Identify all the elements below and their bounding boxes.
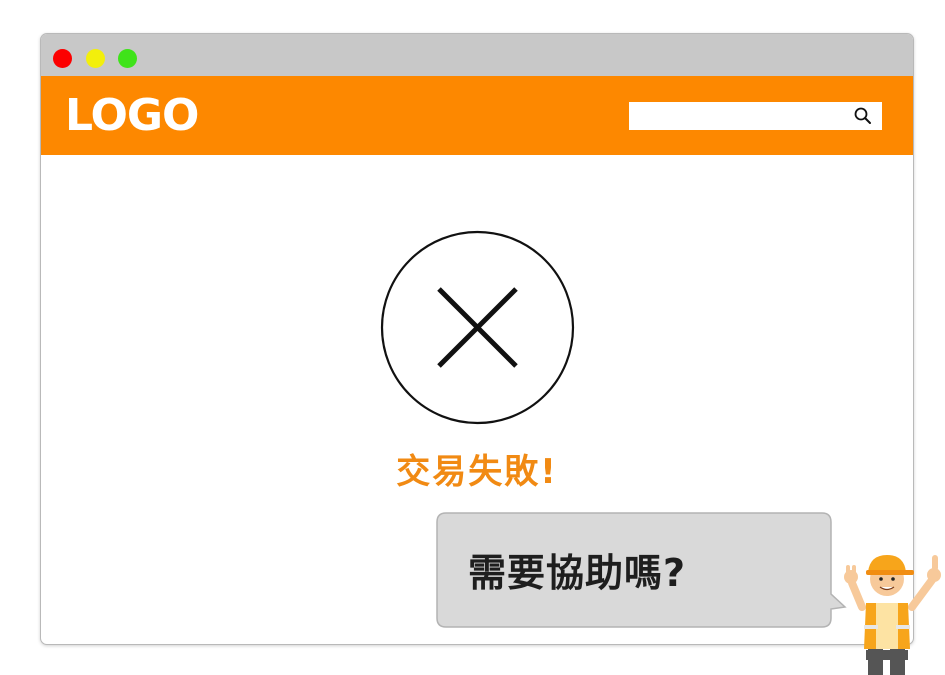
help-speech-bubble[interactable]: 需要協助嗎?: [436, 512, 847, 628]
maximize-button[interactable]: [118, 49, 137, 68]
search-box: [629, 102, 882, 130]
helper-mascot-icon: [844, 555, 941, 675]
search-icon[interactable]: [853, 106, 873, 126]
minimize-button[interactable]: [86, 49, 105, 68]
window-titlebar: [41, 34, 913, 76]
close-button[interactable]: [53, 49, 72, 68]
help-question: 需要協助嗎?: [468, 551, 687, 595]
transaction-failed-message: 交易失敗!: [396, 452, 558, 492]
site-logo[interactable]: LOGO: [65, 90, 199, 141]
search-input[interactable]: [629, 102, 860, 130]
page: LOGO 交易失敗! 需要協助嗎?: [0, 0, 945, 675]
x-circle-icon: [380, 230, 575, 425]
site-header: LOGO: [41, 76, 913, 155]
